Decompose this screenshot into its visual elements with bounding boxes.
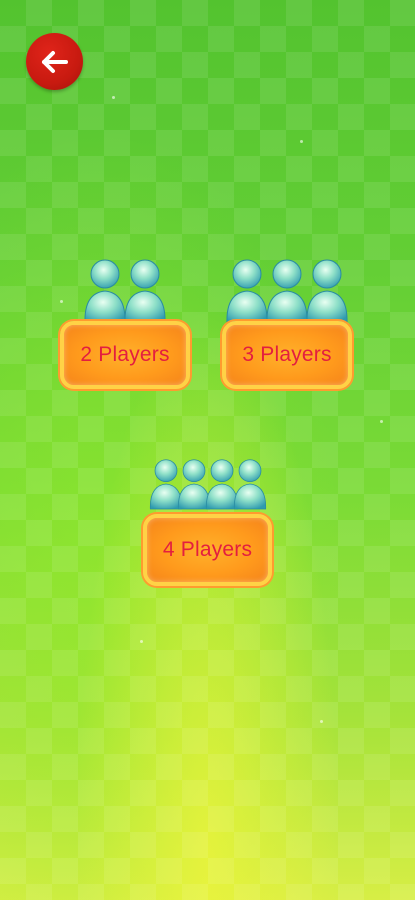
option-4-players[interactable]: 4 Players xyxy=(143,448,272,586)
sparkle xyxy=(320,720,323,723)
player-icons-group xyxy=(84,255,166,325)
two-players-button[interactable]: 2 Players xyxy=(60,321,190,389)
sparkle xyxy=(380,420,383,423)
player-icons-group xyxy=(149,448,266,518)
option-3-players[interactable]: 3 Players xyxy=(222,255,352,389)
two-players-label: 2 Players xyxy=(80,343,170,366)
sparkle xyxy=(112,96,115,99)
four-players-label: 4 Players xyxy=(162,538,253,561)
person-icon xyxy=(306,259,348,324)
four-players-button[interactable]: 4 Players xyxy=(143,514,272,586)
sparkle xyxy=(300,140,303,143)
player-icons-group xyxy=(226,255,348,325)
arrow-left-icon xyxy=(41,50,68,73)
option-2-players[interactable]: 2 Players xyxy=(60,255,190,389)
three-players-button[interactable]: 3 Players xyxy=(222,321,352,389)
sparkle xyxy=(140,640,143,643)
back-button[interactable] xyxy=(26,33,83,90)
person-icon xyxy=(124,259,166,324)
person-icon xyxy=(233,459,266,510)
three-players-label: 3 Players xyxy=(242,343,332,366)
